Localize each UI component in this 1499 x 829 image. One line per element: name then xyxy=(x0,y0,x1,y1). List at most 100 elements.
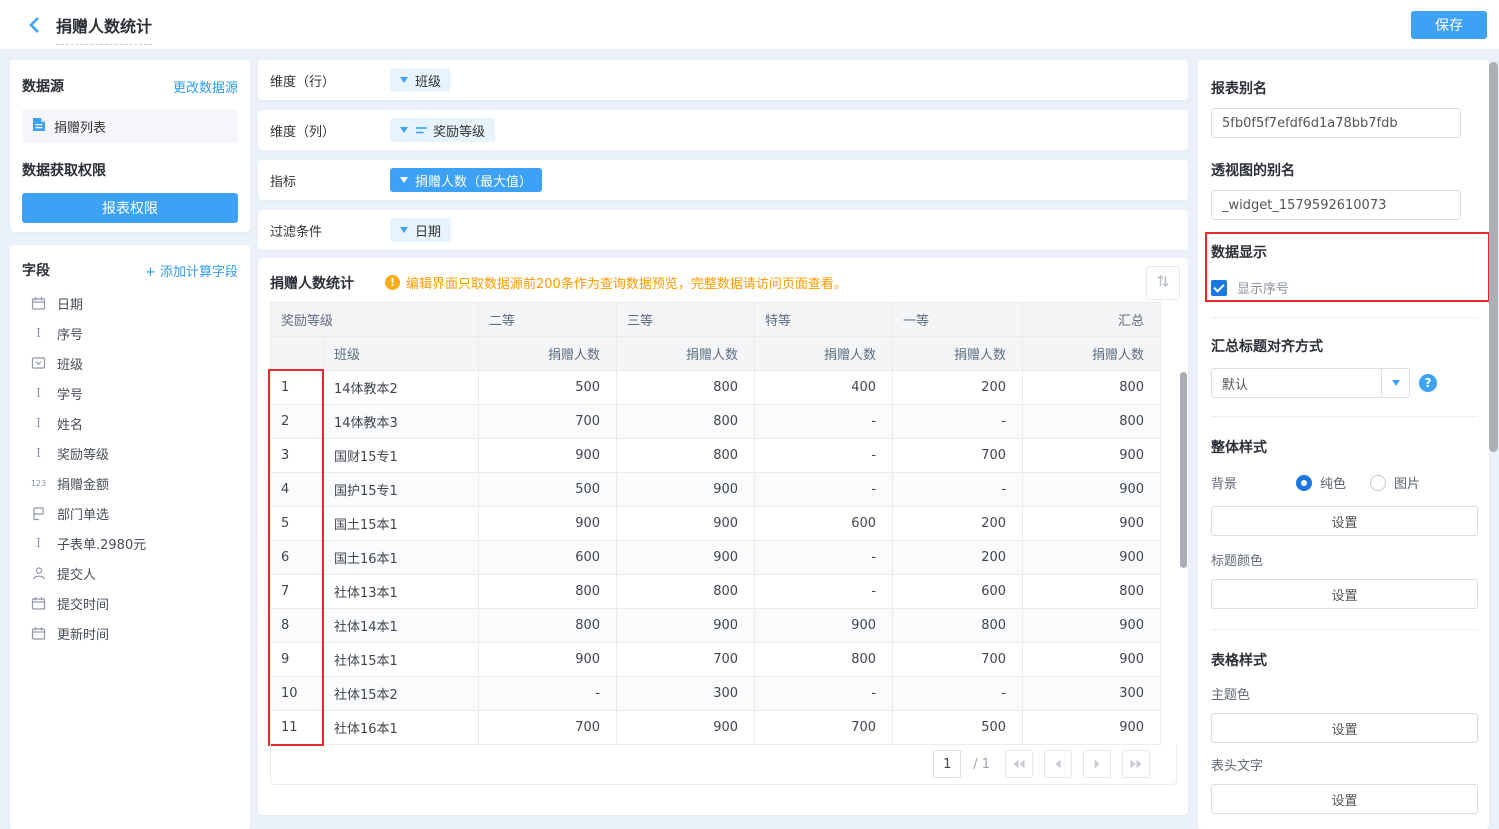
text-icon: I xyxy=(30,326,47,341)
data-display-title: 数据显示 xyxy=(1211,242,1478,262)
field-label: 提交人 xyxy=(57,564,96,583)
image-radio[interactable]: 图片 xyxy=(1370,473,1420,492)
serial-cell: 8 xyxy=(271,609,324,643)
field-item-donation-amount[interactable]: 123 捐赠金额 xyxy=(22,468,238,498)
divider xyxy=(1211,416,1478,417)
show-serial-checkbox-row[interactable]: 显示序号 xyxy=(1211,278,1478,297)
add-calc-field-link[interactable]: + 添加计算字段 xyxy=(145,261,238,280)
solid-color-radio[interactable]: 纯色 xyxy=(1296,473,1346,492)
metric-bar: 指标 捐赠人数（最大值） xyxy=(258,160,1188,200)
table-row: 114体教本2500800400200800 xyxy=(271,371,1161,405)
row-dimension-label: 维度（行） xyxy=(270,71,390,90)
class-cell: 社体15本2 xyxy=(324,677,479,711)
caret-down-icon xyxy=(400,77,408,83)
back-button[interactable] xyxy=(28,16,46,34)
help-icon[interactable]: ? xyxy=(1419,374,1437,392)
datasource-item[interactable]: 捐赠列表 xyxy=(22,109,238,143)
field-label: 姓名 xyxy=(57,414,83,433)
notice-text: 编辑界面只取数据源前200条作为查询数据预览，完整数据请访问页面查看。 xyxy=(406,273,847,292)
last-page-button[interactable] xyxy=(1122,750,1150,778)
permission-title: 数据获取权限 xyxy=(22,160,238,180)
table-row: 5国土15本1900900600200900 xyxy=(271,507,1161,541)
widget-alias-input[interactable] xyxy=(1211,190,1461,220)
table-row: 10社体15本2-300--300 xyxy=(271,677,1161,711)
table-row: 8社体14本1800900900800900 xyxy=(271,609,1161,643)
col-dimension-bar: 维度（列） 奖励等级 xyxy=(258,110,1188,150)
serial-cell: 7 xyxy=(271,575,324,609)
serial-header xyxy=(271,337,324,371)
report-permission-button[interactable]: 报表权限 xyxy=(22,193,238,223)
report-alias-input[interactable] xyxy=(1211,108,1461,138)
serial-cell: 11 xyxy=(271,711,324,745)
field-item-serial[interactable]: I 序号 xyxy=(22,318,238,348)
background-setting-button[interactable]: 设置 xyxy=(1211,506,1478,536)
field-item-submit-time[interactable]: 提交时间 xyxy=(22,588,238,618)
serial-cell: 10 xyxy=(271,677,324,711)
class-header: 班级 xyxy=(324,337,479,371)
page-number-input[interactable] xyxy=(933,750,961,778)
show-serial-label: 显示序号 xyxy=(1237,278,1289,297)
table-scrollbar-thumb[interactable] xyxy=(1180,372,1187,568)
first-page-button[interactable] xyxy=(1005,750,1033,778)
field-item-subform[interactable]: I 子表单.2980元 xyxy=(22,528,238,558)
field-item-class[interactable]: 班级 xyxy=(22,348,238,378)
field-item-department[interactable]: 部门单选 xyxy=(22,498,238,528)
metric-tag[interactable]: 捐赠人数（最大值） xyxy=(390,168,542,192)
prev-page-button[interactable] xyxy=(1044,750,1072,778)
checkbox-checked-icon[interactable] xyxy=(1211,280,1227,296)
serial-cell: 5 xyxy=(271,507,324,541)
fields-title: 字段 xyxy=(22,260,50,280)
filter-tag[interactable]: 日期 xyxy=(390,218,451,242)
department-icon xyxy=(30,506,47,521)
user-icon xyxy=(30,566,47,581)
filter-label: 过滤条件 xyxy=(270,221,390,240)
background-label: 背景 xyxy=(1211,473,1296,492)
title-color-setting-button[interactable]: 设置 xyxy=(1211,579,1478,609)
field-label: 序号 xyxy=(57,324,83,343)
datasource-name: 捐赠列表 xyxy=(54,117,106,136)
group-header-row: 奖励等级 二等 三等 特等 一等 汇总 xyxy=(271,303,1161,337)
metric-header: 捐赠人数 xyxy=(755,337,893,371)
panel-scrollbar-thumb[interactable] xyxy=(1489,62,1498,452)
sort-toggle-button[interactable] xyxy=(1146,266,1180,300)
page-total: / 1 xyxy=(973,757,990,772)
top-bar: 捐赠人数统计 保存 xyxy=(0,0,1499,50)
text-icon: I xyxy=(30,416,47,431)
document-icon xyxy=(32,117,46,136)
field-item-name[interactable]: I 姓名 xyxy=(22,408,238,438)
summary-align-select[interactable]: 默认 xyxy=(1211,368,1410,398)
field-item-submitter[interactable]: 提交人 xyxy=(22,558,238,588)
preview-notice: ! 编辑界面只取数据源前200条作为查询数据预览，完整数据请访问页面查看。 xyxy=(385,273,847,292)
caret-down-icon xyxy=(400,127,408,133)
class-cell: 国护15专1 xyxy=(324,473,479,507)
theme-color-setting-button[interactable]: 设置 xyxy=(1211,713,1478,743)
metric-header: 捐赠人数 xyxy=(1023,337,1161,371)
field-label: 奖励等级 xyxy=(57,444,109,463)
field-item-student-no[interactable]: I 学号 xyxy=(22,378,238,408)
preview-title: 捐赠人数统计 xyxy=(270,273,354,293)
caret-down-icon xyxy=(400,227,408,233)
save-button[interactable]: 保存 xyxy=(1411,11,1487,39)
divider xyxy=(1211,317,1478,318)
col-dimension-tag[interactable]: 奖励等级 xyxy=(390,118,495,142)
field-item-date[interactable]: 日期 xyxy=(22,288,238,318)
header-text-setting-button[interactable]: 设置 xyxy=(1211,784,1478,814)
caret-down-icon xyxy=(1392,380,1400,386)
row-dimension-tag[interactable]: 班级 xyxy=(390,68,451,92)
field-item-update-time[interactable]: 更新时间 xyxy=(22,618,238,648)
table-style-title: 表格样式 xyxy=(1211,650,1478,670)
fields-panel: 字段 + 添加计算字段 日期 I 序号 班级 I 学号 I 姓名 xyxy=(10,245,250,829)
class-cell: 社体13本1 xyxy=(324,575,479,609)
group-header: 二等 xyxy=(479,303,617,337)
serial-cell: 1 xyxy=(271,371,324,405)
caret-down-icon xyxy=(400,177,408,183)
header-text-label: 表头文字 xyxy=(1211,755,1478,774)
change-datasource-link[interactable]: 更改数据源 xyxy=(173,77,238,96)
field-label: 提交时间 xyxy=(57,594,109,613)
solid-color-label: 纯色 xyxy=(1320,473,1346,492)
next-page-button[interactable] xyxy=(1083,750,1111,778)
filter-bar: 过滤条件 日期 xyxy=(258,210,1188,250)
pagination-bar: / 1 xyxy=(270,744,1177,785)
field-item-award-level[interactable]: I 奖励等级 xyxy=(22,438,238,468)
field-label: 更新时间 xyxy=(57,624,109,643)
